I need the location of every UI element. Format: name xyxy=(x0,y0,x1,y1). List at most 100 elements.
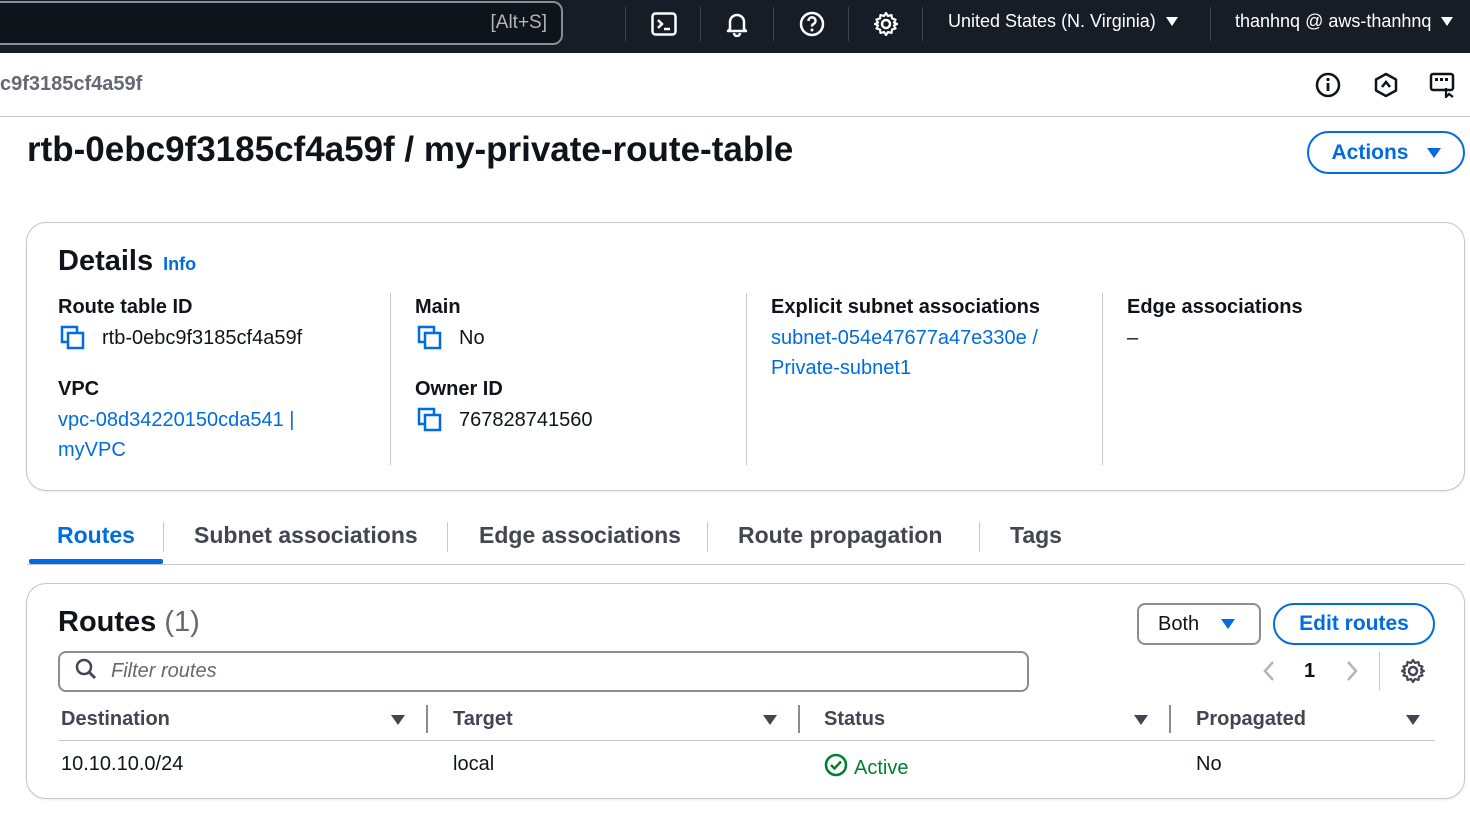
nav-divider xyxy=(1210,7,1211,41)
tab-subnet-associations[interactable]: Subnet associations xyxy=(194,522,418,549)
success-check-icon xyxy=(824,753,848,783)
tab-route-propagation[interactable]: Route propagation xyxy=(738,522,942,549)
route-propagated: No xyxy=(1196,753,1222,775)
nav-divider xyxy=(773,7,774,41)
route-type-select[interactable]: Both xyxy=(1137,603,1261,645)
edit-routes-label: Edit routes xyxy=(1299,612,1409,635)
column-header-status[interactable]: Status xyxy=(824,708,885,731)
chevron-down-icon xyxy=(1426,147,1441,158)
sort-caret-icon[interactable] xyxy=(391,715,405,725)
edge-associations-label: Edge associations xyxy=(1127,296,1303,318)
copy-icon[interactable] xyxy=(58,323,88,353)
column-header-target[interactable]: Target xyxy=(453,708,513,731)
routes-title: Routes (1) xyxy=(58,606,200,639)
chevron-down-icon xyxy=(1441,17,1454,26)
copy-icon[interactable] xyxy=(415,323,445,353)
edge-associations-value: – xyxy=(1127,327,1139,349)
account-menu[interactable]: thanhnq @ aws-thanhnq xyxy=(1235,11,1454,32)
tab-tags[interactable]: Tags xyxy=(1010,522,1062,549)
main-value-text: No xyxy=(459,327,485,349)
owner-id-label: Owner ID xyxy=(415,378,503,400)
column-divider xyxy=(746,293,747,465)
tab-bar: Routes Subnet associations Edge associat… xyxy=(27,512,1465,565)
route-type-value: Both xyxy=(1158,612,1200,635)
column-resizer[interactable] xyxy=(426,705,428,733)
current-page[interactable]: 1 xyxy=(1304,660,1315,683)
tab-divider xyxy=(707,522,708,552)
nav-divider xyxy=(848,7,849,41)
sort-caret-icon[interactable] xyxy=(1134,715,1148,725)
routes-heading: Routes xyxy=(58,606,157,638)
vpc-link-line1[interactable]: vpc-08d34220150cda541 | xyxy=(58,405,388,435)
actions-label: Actions xyxy=(1331,140,1409,164)
global-search-input[interactable]: [Alt+S] xyxy=(0,1,563,45)
tab-divider xyxy=(979,522,980,552)
region-selector[interactable]: United States (N. Virginia) xyxy=(948,11,1178,32)
help-icon[interactable] xyxy=(796,8,828,40)
details-heading: Details xyxy=(58,245,154,277)
edit-routes-button[interactable]: Edit routes xyxy=(1273,603,1435,645)
routes-count: (1) xyxy=(164,606,200,638)
column-resizer[interactable] xyxy=(798,705,800,733)
filter-routes-field[interactable] xyxy=(58,651,1029,692)
top-navigation: [Alt+S] United States (N. Virginia) than… xyxy=(0,0,1470,53)
tab-edge-associations[interactable]: Edge associations xyxy=(479,522,681,549)
main-label: Main xyxy=(415,296,461,318)
breadcrumb-current: c9f3185cf4a59f xyxy=(0,73,143,95)
details-title: Details Info xyxy=(58,245,196,278)
pager-divider xyxy=(1379,652,1380,690)
subnet-link-line1[interactable]: subnet-054e47677a47e330e / xyxy=(771,323,1101,353)
column-header-destination[interactable]: Destination xyxy=(61,708,170,731)
vpc-link-line2[interactable]: myVPC xyxy=(58,435,388,465)
info-link[interactable]: Info xyxy=(163,254,196,274)
route-status-text: Active xyxy=(854,756,909,779)
filter-routes-input[interactable] xyxy=(111,660,991,683)
subnet-link-line2[interactable]: Private-subnet1 xyxy=(771,353,1101,383)
column-divider xyxy=(1102,293,1103,465)
owner-id-text: 767828741560 xyxy=(459,409,593,431)
region-label: United States (N. Virginia) xyxy=(948,11,1156,31)
search-icon xyxy=(75,658,97,685)
bell-icon[interactable] xyxy=(721,8,753,40)
info-icon[interactable] xyxy=(1313,70,1343,100)
settings-icon[interactable] xyxy=(870,8,902,40)
details-column-2: Main No Owner ID 767828741560 xyxy=(415,293,745,435)
sort-caret-icon[interactable] xyxy=(763,715,777,725)
route-target: local xyxy=(453,753,495,775)
details-column-3: Explicit subnet associations subnet-054e… xyxy=(771,293,1101,383)
copy-icon[interactable] xyxy=(415,405,445,435)
tab-divider xyxy=(163,522,164,552)
cloudshell-icon[interactable] xyxy=(648,8,680,40)
column-header-propagated[interactable]: Propagated xyxy=(1196,708,1306,731)
sort-caret-icon[interactable] xyxy=(1406,715,1420,725)
page-title: rtb-0ebc9f3185cf4a59f / my-private-route… xyxy=(27,130,794,169)
route-table-id-value: rtb-0ebc9f3185cf4a59f xyxy=(58,323,388,353)
breadcrumb-bar: c9f3185cf4a59f xyxy=(0,53,1470,117)
details-column-4: Edge associations – xyxy=(1127,293,1457,353)
owner-id-value: 767828741560 xyxy=(415,405,745,435)
main-value: No xyxy=(415,323,745,353)
notifications-hex-icon[interactable] xyxy=(1371,70,1401,100)
nav-divider xyxy=(625,7,626,41)
feedback-icon[interactable] xyxy=(1428,70,1458,100)
route-status: Active xyxy=(824,753,908,783)
next-page-icon[interactable] xyxy=(1337,656,1367,686)
explicit-subnet-label: Explicit subnet associations xyxy=(771,296,1040,318)
tab-routes[interactable]: Routes xyxy=(57,522,135,549)
settings-icon[interactable] xyxy=(1398,656,1428,686)
route-table-id-text: rtb-0ebc9f3185cf4a59f xyxy=(102,327,303,349)
route-destination: 10.10.10.0/24 xyxy=(61,753,184,775)
account-label: thanhnq @ aws-thanhnq xyxy=(1235,11,1432,31)
previous-page-icon[interactable] xyxy=(1254,656,1284,686)
details-card: Details Info Route table ID rtb-0ebc9f318… xyxy=(26,222,1465,491)
details-column-1: Route table ID rtb-0ebc9f3185cf4a59f VPC… xyxy=(58,293,388,465)
table-header-divider xyxy=(58,740,1435,741)
chevron-down-icon xyxy=(1165,17,1178,26)
vpc-label: VPC xyxy=(58,378,100,400)
search-shortcut-hint: [Alt+S] xyxy=(490,12,548,33)
nav-divider xyxy=(700,7,701,41)
nav-divider xyxy=(922,7,923,41)
column-resizer[interactable] xyxy=(1169,705,1171,733)
actions-button[interactable]: Actions xyxy=(1307,131,1465,174)
tab-divider xyxy=(447,522,448,552)
